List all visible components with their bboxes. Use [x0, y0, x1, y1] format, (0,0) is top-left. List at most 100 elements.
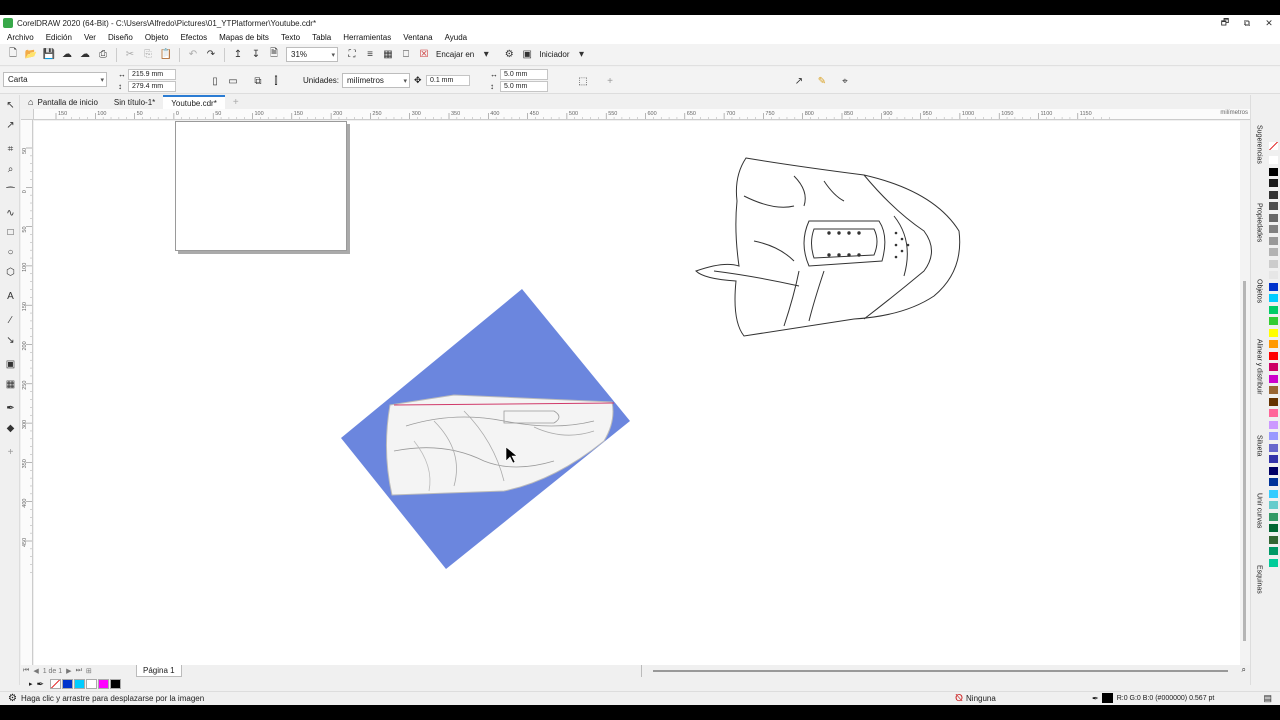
next-page-icon[interactable]: ▶ [66, 667, 71, 675]
cloud-download-icon[interactable]: ☁ [59, 47, 75, 63]
menu-edicion[interactable]: Edición [46, 33, 72, 42]
pick-tool-icon[interactable]: ↖ [3, 98, 18, 113]
restore-icon[interactable]: 🗗 [1214, 15, 1236, 31]
tab-youtube-cdr[interactable]: Youtube.cdr* [163, 95, 225, 109]
nudge-distance-field[interactable]: 0.1 mm [426, 75, 470, 86]
close-icon[interactable]: ✕ [1258, 15, 1280, 31]
save-icon[interactable]: 💾 [41, 47, 57, 63]
palette-swatch[interactable] [1268, 396, 1279, 407]
launcher-label[interactable]: Iniciador [539, 50, 569, 59]
interactive-fill-icon[interactable]: ◆ [3, 421, 18, 436]
docker-sugerencias[interactable]: Sugerencias [1251, 125, 1267, 164]
text-tool-icon[interactable]: A [3, 289, 18, 304]
tab-pantalla-de-inicio[interactable]: ⌂ Pantalla de inicio [20, 95, 106, 109]
palette-swatch[interactable] [1268, 258, 1279, 269]
palette-swatch[interactable] [1268, 442, 1279, 453]
palette-swatch[interactable] [1268, 511, 1279, 522]
docker-objetos[interactable]: Objetos [1251, 279, 1267, 303]
freehand-tool-icon[interactable]: ⁀ [3, 186, 18, 201]
palette-swatch[interactable] [1268, 465, 1279, 476]
shoe-vector-outline[interactable] [695, 157, 961, 337]
page-width-field[interactable]: 215.9 mm [128, 69, 176, 80]
all-pages-icon[interactable]: ⧉ [250, 73, 266, 89]
document-palette-swatch[interactable] [86, 679, 98, 689]
palette-swatch[interactable] [1268, 293, 1279, 303]
duplicate-y-field[interactable]: 5.0 mm [500, 81, 548, 92]
snap-to-label[interactable]: Encajar en [436, 50, 474, 59]
palette-swatch[interactable] [1268, 327, 1279, 338]
palette-swatch[interactable] [1268, 362, 1279, 372]
palette-swatch[interactable] [1268, 189, 1279, 200]
ruler-origin[interactable] [21, 109, 34, 120]
prev-page-icon[interactable]: ◀ [33, 667, 38, 675]
document-palette-swatch[interactable] [98, 679, 110, 689]
first-page-icon[interactable]: ⏮ [23, 667, 29, 675]
gear-icon[interactable]: ⚙ [8, 693, 17, 704]
menu-objeto[interactable]: Objeto [145, 33, 169, 42]
portrait-icon[interactable]: ▯ [207, 73, 223, 89]
palette-swatch[interactable] [1268, 270, 1279, 280]
page-height-field[interactable]: 279.4 mm [128, 81, 176, 92]
palette-swatch[interactable] [1268, 385, 1279, 395]
undo-icon[interactable]: ↶ [185, 47, 201, 63]
palette-swatch[interactable] [1268, 546, 1279, 556]
add-page-icon[interactable]: ⊞ [86, 667, 92, 675]
paste-icon[interactable]: 📋 [158, 47, 174, 63]
docker-esquinas[interactable]: Esquinas [1251, 565, 1267, 594]
palette-swatch[interactable] [1268, 339, 1279, 349]
palette-swatch[interactable] [1268, 316, 1279, 326]
new-tab-button[interactable]: + [225, 95, 247, 109]
transparency-icon[interactable]: ▦ [3, 377, 18, 392]
snap-off-icon[interactable]: ☒ [416, 47, 432, 63]
polygon-tool-icon[interactable]: ⬡ [3, 265, 18, 280]
menu-diseno[interactable]: Diseño [108, 33, 133, 42]
add-icon[interactable]: + [602, 73, 618, 89]
palette-menu-icon[interactable]: ▸ [29, 680, 33, 688]
docker-alinear-distribuir[interactable]: Alinear y distribuir [1251, 339, 1267, 395]
open-folder-icon[interactable]: 📂 [23, 47, 39, 63]
palette-swatch[interactable] [1268, 304, 1279, 315]
palette-swatch[interactable] [1268, 178, 1279, 188]
menu-ventana[interactable]: Ventana [403, 33, 432, 42]
zoom-corner-icon[interactable]: ⌕ [1242, 665, 1246, 675]
minimize-icon[interactable]: ⧉ [1236, 15, 1258, 31]
show-rulers-icon[interactable]: ≡ [362, 47, 378, 63]
zoom-tool-icon[interactable]: ⌕ [3, 162, 18, 177]
palette-swatch[interactable] [1268, 419, 1279, 430]
palette-swatch[interactable] [1268, 454, 1279, 464]
connector-tool-icon[interactable]: ↘ [3, 333, 18, 348]
menu-herramientas[interactable]: Herramientas [343, 33, 391, 42]
outline-indicator[interactable]: ✒ R:0 G:0 B:0 (#000000) 0.567 pt [1092, 693, 1214, 703]
zoom-level-combo[interactable]: 31% ▾ [286, 47, 338, 62]
palette-swatch[interactable] [1268, 212, 1279, 223]
palette-swatch[interactable] [1268, 201, 1279, 211]
chevron-down-icon[interactable]: ▾ [574, 47, 590, 63]
palette-swatch[interactable] [1268, 523, 1279, 533]
status-settings-icon[interactable]: ▤ [1263, 693, 1272, 704]
menu-efectos[interactable]: Efectos [180, 33, 207, 42]
eyedropper-icon[interactable]: ✒ [3, 401, 18, 416]
last-page-icon[interactable]: ⏭ [76, 667, 82, 675]
palette-swatch[interactable] [1268, 408, 1279, 418]
page-tab-1[interactable]: Página 1 [136, 665, 182, 677]
add-tool-icon[interactable]: + [3, 445, 18, 460]
document-palette-swatch[interactable] [62, 679, 74, 689]
launcher-icon[interactable]: ▣ [519, 47, 535, 63]
chevron-down-icon[interactable]: ▾ [478, 47, 494, 63]
gear-icon[interactable]: ⚙ [501, 47, 517, 63]
vertical-scroll-thumb[interactable] [1243, 281, 1246, 641]
current-page-icon[interactable]: ⫿ [268, 73, 284, 89]
export-icon[interactable]: ↧ [248, 47, 264, 63]
show-grid-icon[interactable]: ▦ [380, 47, 396, 63]
units-combo[interactable]: milímetros ▾ [342, 73, 411, 88]
palette-swatch[interactable] [1268, 534, 1279, 545]
palette-swatch[interactable] [1268, 500, 1279, 510]
full-screen-icon[interactable]: ⛶ [344, 47, 360, 63]
palette-swatch[interactable] [1268, 247, 1279, 257]
drawing-canvas[interactable] [34, 121, 1240, 665]
redo-icon[interactable]: ↷ [203, 47, 219, 63]
treat-as-filled-icon[interactable]: ⬚ [575, 73, 591, 89]
palette-swatch[interactable] [1268, 350, 1279, 361]
document-palette-swatch[interactable] [74, 679, 86, 689]
palette-swatch[interactable] [1268, 166, 1279, 177]
